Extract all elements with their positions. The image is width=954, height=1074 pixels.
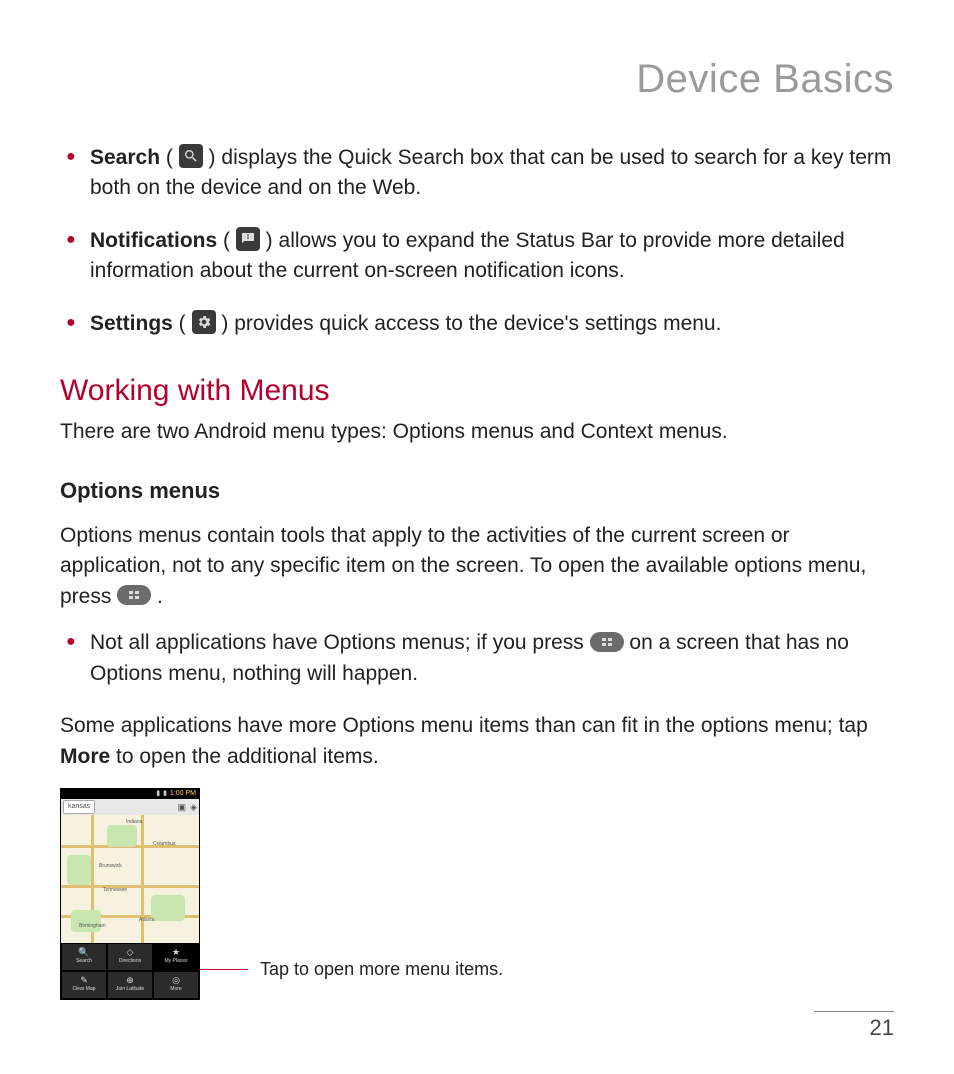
- section-title: Working with Menus: [60, 369, 894, 413]
- status-time: 1:00 PM: [170, 789, 196, 799]
- map-city-label: Columbus: [153, 841, 176, 848]
- page-number: 21: [870, 1012, 894, 1044]
- menu-item-icon: ◇: [127, 948, 134, 957]
- options-menu-grid: 🔍Search◇Directions★My Places✎Clear Map⊕J…: [61, 943, 199, 999]
- figure-row: ▮ ▮ 1:00 PM kansas ▣◈ Indiana Columbus Bru…: [60, 788, 894, 1000]
- menu-item-icon: ⊕: [126, 976, 134, 985]
- map-city-label: Atlanta: [139, 917, 155, 924]
- options-bullet-1: Not all applications have Options menus;…: [60, 628, 894, 689]
- phone-status-bar: ▮ ▮ 1:00 PM: [61, 789, 199, 799]
- map-area: Indiana Columbus Brunswick Tennessee Birming…: [61, 815, 199, 943]
- search-icon: [179, 144, 203, 168]
- phone-screenshot: ▮ ▮ 1:00 PM kansas ▣◈ Indiana Columbus Bru…: [60, 788, 200, 1000]
- menu-item-label: My Places: [164, 958, 187, 965]
- menu-item-icon: ✎: [80, 976, 88, 985]
- feature-list: Search ( ) displays the Quick Search box…: [60, 143, 894, 339]
- menu-item-label: Search: [76, 958, 92, 965]
- menu-item-icon: 🔍: [78, 948, 89, 957]
- figure-callout: Tap to open more menu items.: [200, 956, 503, 982]
- notification-icon: [236, 227, 260, 251]
- map-city-label: Birmingham: [79, 923, 106, 930]
- menu-item-label: Clear Map: [72, 986, 95, 993]
- options-para-1: Options menus contain tools that apply t…: [60, 521, 894, 612]
- page-header: Device Basics: [60, 50, 894, 108]
- options-bullets: Not all applications have Options menus;…: [60, 628, 894, 689]
- bullet-settings: Settings ( ) provides quick access to th…: [60, 309, 894, 339]
- search-field: kansas: [63, 800, 95, 814]
- signal-icon: ▮: [156, 789, 160, 799]
- callout-text: Tap to open more menu items.: [260, 956, 503, 982]
- battery-icon: ▮: [163, 789, 167, 799]
- phone-search-bar: kansas ▣◈: [61, 799, 199, 815]
- menu-item-label: Directions: [119, 958, 141, 965]
- bullet-notifications: Notifications ( ) allows you to expand t…: [60, 226, 894, 287]
- section-intro: There are two Android menu types: Option…: [60, 417, 894, 447]
- menu-key-icon: [117, 585, 151, 605]
- options-menu-item: ⊕Join Latitude: [107, 971, 153, 999]
- map-city-label: Indiana: [126, 819, 142, 826]
- options-menu-item: ◇Directions: [107, 943, 153, 971]
- settings-icon: [192, 310, 216, 334]
- menu-item-icon: ★: [172, 948, 180, 957]
- options-menu-item: ✎Clear Map: [61, 971, 107, 999]
- bullet-label: Notifications: [90, 229, 217, 252]
- map-city-label: Tennessee: [103, 887, 127, 894]
- menu-item-label: More: [170, 986, 181, 993]
- map-city-label: Brunswick: [99, 863, 122, 870]
- options-para-2: Some applications have more Options menu…: [60, 711, 894, 772]
- options-menu-item: 🔍Search: [61, 943, 107, 971]
- menu-item-label: Join Latitude: [116, 986, 144, 993]
- options-menu-item: ★My Places: [153, 943, 199, 971]
- subheading-options: Options menus: [60, 475, 894, 507]
- bullet-label: Search: [90, 146, 160, 169]
- callout-line: [200, 969, 248, 970]
- bullet-text: provides quick access to the device's se…: [234, 312, 721, 335]
- bullet-search: Search ( ) displays the Quick Search box…: [60, 143, 894, 204]
- map-tool-icons: ▣◈: [178, 801, 197, 814]
- menu-key-icon: [590, 632, 624, 652]
- options-menu-item: ◎More: [153, 971, 199, 999]
- bullet-label: Settings: [90, 312, 173, 335]
- menu-item-icon: ◎: [172, 976, 180, 985]
